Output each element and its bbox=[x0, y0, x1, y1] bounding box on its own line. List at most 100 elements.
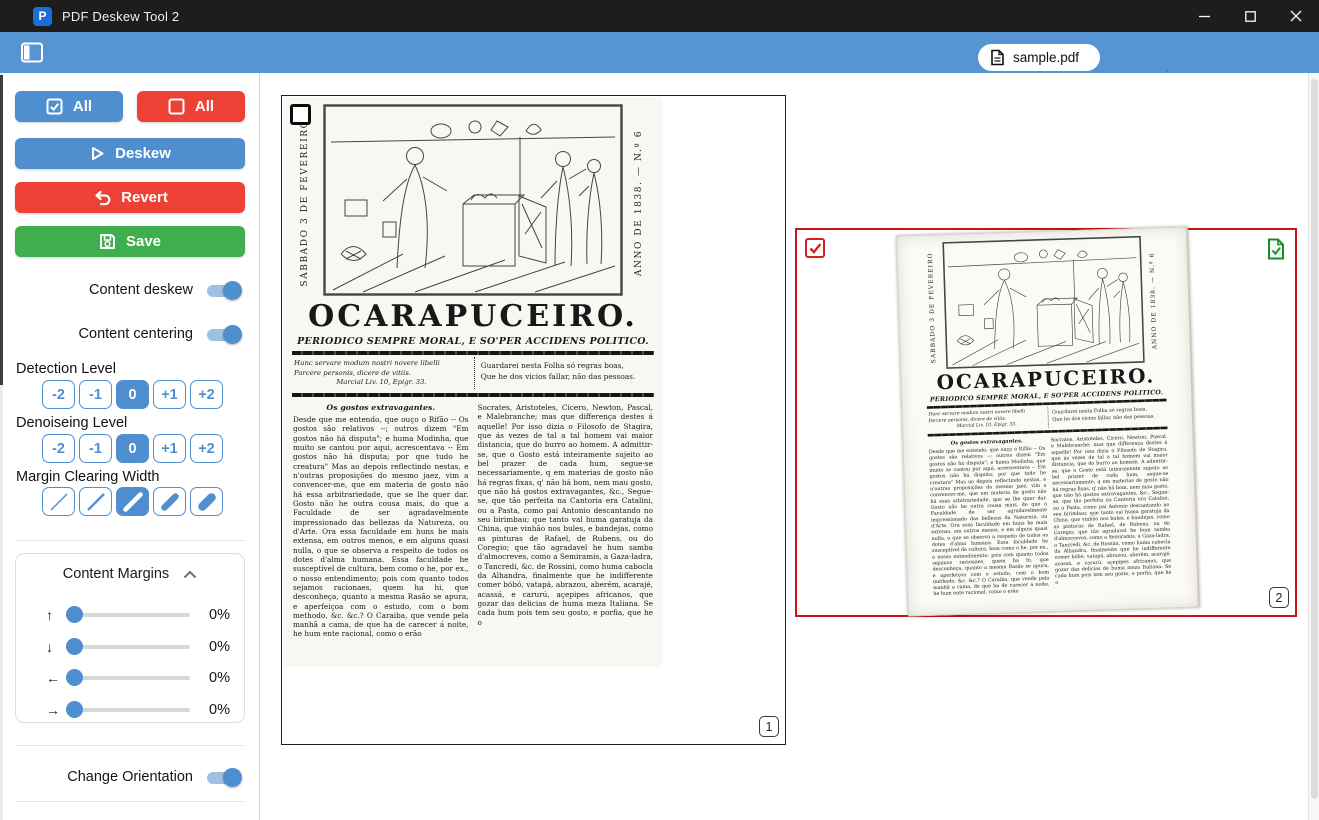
engraving-illustration bbox=[323, 104, 623, 296]
change-orientation-toggle[interactable] bbox=[205, 767, 242, 788]
detection-level-group: -2 -1 0 +1 +2 bbox=[42, 380, 223, 409]
content-margins-title: Content Margins bbox=[63, 566, 169, 582]
margin-width-option-4[interactable] bbox=[153, 487, 186, 516]
margin-left-value: 0% bbox=[200, 670, 230, 686]
sidebar-toggle-icon bbox=[20, 42, 44, 63]
article-text-right: Socrates, Aristoteles, Cicero, Newton, P… bbox=[478, 403, 654, 661]
page-2-frame[interactable]: SABBADO 3 DE FEVEREIRO ANNO DE 1838. — N… bbox=[795, 228, 1297, 617]
slider-thumb[interactable] bbox=[66, 606, 83, 623]
margin-left-slider[interactable] bbox=[66, 676, 190, 680]
red-check-icon bbox=[809, 242, 822, 254]
sidebar-scrollbar[interactable] bbox=[0, 73, 3, 820]
select-all-button[interactable]: All bbox=[15, 91, 123, 122]
checkbox-empty-icon bbox=[168, 98, 185, 115]
margin-width-option-3[interactable] bbox=[116, 487, 149, 516]
article-text-left: Desde que me entendo, que ouço o Rifão -… bbox=[929, 445, 1050, 597]
detection-level-label: Detection Level bbox=[16, 361, 116, 377]
margin-width-option-2[interactable] bbox=[79, 487, 112, 516]
epigraph-line: Hunc servare modum nostri novere libelli bbox=[294, 359, 469, 369]
slider-thumb[interactable] bbox=[66, 638, 83, 655]
content-deskew-toggle[interactable] bbox=[205, 280, 242, 301]
thin-line-icon bbox=[48, 491, 70, 513]
margin-bottom-slider-row: ↓ 0% bbox=[16, 637, 244, 657]
sidebar: All All Deskew Revert bbox=[0, 73, 260, 820]
epigraph-line: Parcere personis, dicere de vitiis. bbox=[294, 369, 469, 379]
save-button[interactable]: Save bbox=[15, 226, 245, 257]
medium-line-icon bbox=[122, 491, 144, 513]
epigraph-line: Que he dos vicios fallar, não das pessoa… bbox=[481, 371, 652, 382]
denoise-level-plus1[interactable]: +1 bbox=[153, 434, 186, 463]
engraving-illustration bbox=[942, 236, 1145, 369]
divider bbox=[15, 801, 245, 802]
processed-file-check-icon bbox=[1267, 238, 1285, 260]
open-file-chip[interactable]: sample.pdf bbox=[978, 44, 1100, 71]
margin-width-option-1[interactable] bbox=[42, 487, 75, 516]
arrow-down-icon: ↓ bbox=[46, 639, 66, 655]
minimize-button[interactable] bbox=[1181, 0, 1227, 32]
margin-right-slider-row: → 0% bbox=[16, 700, 244, 720]
file-name: sample.pdf bbox=[1013, 50, 1079, 65]
margin-bottom-slider[interactable] bbox=[66, 645, 190, 649]
margin-clearing-label: Margin Clearing Width bbox=[16, 469, 159, 485]
title-bar: P PDF Deskew Tool 2 bbox=[0, 0, 1319, 32]
denoise-level-zero[interactable]: 0 bbox=[116, 434, 149, 463]
detection-level-minus2[interactable]: -2 bbox=[42, 380, 75, 409]
revert-label: Revert bbox=[121, 189, 168, 206]
margin-top-slider[interactable] bbox=[66, 613, 190, 617]
app-logo-icon: P bbox=[33, 7, 52, 26]
denoise-level-label: Denoiseing Level bbox=[16, 415, 127, 431]
newspaper-subtitle: PERIODICO SEMPRE MORAL, E SO'PER ACCIDEN… bbox=[284, 336, 662, 347]
maximize-button[interactable] bbox=[1227, 0, 1273, 32]
newspaper-epigraph: Hunc servare modum nostri novere libelli… bbox=[292, 357, 654, 389]
line-icon bbox=[85, 491, 107, 513]
revert-button[interactable]: Revert bbox=[15, 182, 245, 213]
main-scrollbar[interactable] bbox=[1308, 73, 1319, 820]
arrow-left-icon: ← bbox=[46, 670, 66, 686]
minimize-icon bbox=[1199, 11, 1210, 22]
arrow-right-icon: → bbox=[46, 702, 66, 718]
denoise-level-minus2[interactable]: -2 bbox=[42, 434, 75, 463]
margin-clearing-group bbox=[42, 487, 223, 516]
detection-level-plus1[interactable]: +1 bbox=[153, 380, 186, 409]
select-all-label: All bbox=[73, 98, 92, 115]
deskew-button[interactable]: Deskew bbox=[15, 138, 245, 169]
article-text-right: Socrates, Aristoteles, Cicero, Newton, P… bbox=[1051, 433, 1173, 608]
checkbox-checked-icon bbox=[46, 98, 63, 115]
chevron-up-icon[interactable] bbox=[183, 570, 197, 579]
thick-line-icon bbox=[159, 491, 181, 513]
denoise-level-plus2[interactable]: +2 bbox=[190, 434, 223, 463]
slider-thumb[interactable] bbox=[66, 669, 83, 686]
newspaper-columns: Os gostos extravagantes. Desde que me en… bbox=[293, 403, 653, 661]
close-button[interactable] bbox=[1273, 0, 1319, 32]
deskew-label: Deskew bbox=[115, 145, 171, 162]
save-icon bbox=[99, 233, 116, 250]
detection-level-plus2[interactable]: +2 bbox=[190, 380, 223, 409]
detection-level-minus1[interactable]: -1 bbox=[79, 380, 112, 409]
margin-width-option-5[interactable] bbox=[190, 487, 223, 516]
app-window: P PDF Deskew Tool 2 bbox=[0, 0, 1319, 820]
page-1-checkbox[interactable] bbox=[290, 104, 311, 125]
content-centering-toggle[interactable] bbox=[205, 324, 242, 345]
article-heading: Os gostos extravagantes. bbox=[293, 403, 469, 413]
margin-right-slider[interactable] bbox=[66, 708, 190, 712]
deselect-all-label: All bbox=[195, 98, 214, 115]
margin-top-value: 0% bbox=[200, 607, 230, 623]
deselect-all-button[interactable]: All bbox=[137, 91, 245, 122]
content-deskew-label: Content deskew bbox=[89, 282, 193, 298]
page-1-scan: SABBADO 3 DE FEVEREIRO ANNO DE 1838. — N… bbox=[284, 97, 662, 667]
rule-bar bbox=[292, 393, 654, 397]
detection-level-zero[interactable]: 0 bbox=[116, 380, 149, 409]
sidebar-toggle-button[interactable] bbox=[20, 42, 44, 63]
page-1-frame[interactable]: SABBADO 3 DE FEVEREIRO ANNO DE 1838. — N… bbox=[281, 95, 786, 745]
denoise-level-minus1[interactable]: -1 bbox=[79, 434, 112, 463]
denoise-level-group: -2 -1 0 +1 +2 bbox=[42, 434, 223, 463]
save-label: Save bbox=[126, 233, 161, 250]
page-2-scan-paper: SABBADO 3 DE FEVEREIRO ANNO DE 1838. — N… bbox=[896, 227, 1200, 617]
newspaper-issue-text: ANNO DE 1838. — N.º 6 bbox=[634, 103, 646, 303]
newspaper-date-text: SABBADO 3 DE FEVEREIRO bbox=[927, 241, 939, 374]
slider-thumb[interactable] bbox=[66, 701, 83, 718]
article-text-left: Desde que me entendo, que ouço o Rifão -… bbox=[293, 415, 469, 639]
newspaper-date-text: SABBADO 3 DE FEVEREIRO bbox=[300, 103, 312, 303]
margin-right-value: 0% bbox=[200, 702, 230, 718]
page-2-checkbox[interactable] bbox=[805, 238, 825, 258]
